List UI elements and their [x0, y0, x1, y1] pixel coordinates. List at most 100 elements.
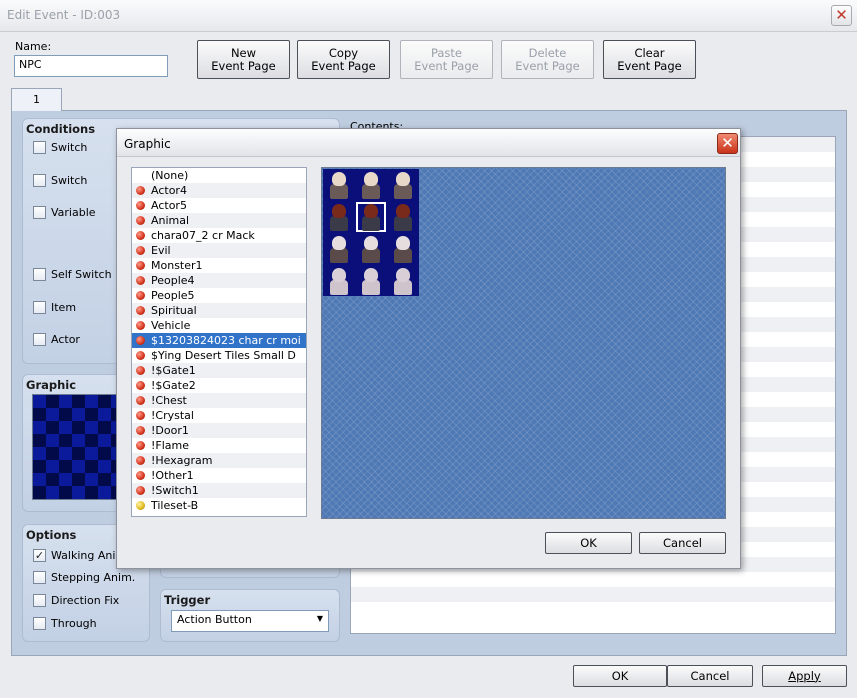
- character-sprite-frame[interactable]: [323, 233, 355, 265]
- sprite-body: [362, 184, 380, 199]
- character-sprite-frame[interactable]: [355, 201, 387, 233]
- character-sprite-frame[interactable]: [387, 169, 419, 201]
- option-direction-fix[interactable]: Direction Fix: [33, 592, 119, 608]
- graphic-file-item[interactable]: !$Gate2: [132, 378, 306, 393]
- condition-actor[interactable]: Actor: [33, 331, 80, 347]
- graphic-file-name: !Flame: [151, 439, 190, 452]
- sprite-body: [394, 248, 412, 263]
- graphic-file-name: (None): [151, 169, 189, 182]
- character-sprite-frame[interactable]: [355, 265, 387, 297]
- condition-item[interactable]: Item: [33, 299, 76, 315]
- checkbox[interactable]: [33, 267, 46, 281]
- delete-event-page-button[interactable]: Delete Event Page: [501, 40, 594, 79]
- graphic-file-name: !Door1: [151, 424, 189, 437]
- graphic-file-item[interactable]: !Chest: [132, 393, 306, 408]
- graphic-file-item[interactable]: !$Gate1: [132, 363, 306, 378]
- sprite-body: [362, 216, 380, 231]
- image-file-icon: [136, 171, 145, 180]
- graphic-file-name: Actor5: [151, 199, 187, 212]
- name-input[interactable]: NPC: [14, 55, 168, 77]
- option-stepping-anim[interactable]: Stepping Anim.: [33, 569, 135, 585]
- name-label: Name:: [15, 40, 52, 53]
- graphic-file-list[interactable]: (None) Actor4 Actor5 Animal chara07_2 cr Mac…: [131, 167, 307, 517]
- condition-switch-2[interactable]: Switch: [33, 172, 87, 188]
- graphic-file-item[interactable]: People5: [132, 288, 306, 303]
- graphic-file-item[interactable]: Animal: [132, 213, 306, 228]
- graphic-file-name: Monster1: [151, 259, 203, 272]
- graphic-file-item[interactable]: !Crystal: [132, 408, 306, 423]
- graphic-file-item[interactable]: !Flame: [132, 438, 306, 453]
- condition-switch-1[interactable]: Switch: [33, 139, 87, 155]
- graphic-file-item[interactable]: Monster1: [132, 258, 306, 273]
- clear-event-page-button[interactable]: Clear Event Page: [603, 40, 696, 79]
- condition-variable[interactable]: Variable: [33, 204, 96, 220]
- option-through[interactable]: Through: [33, 615, 97, 631]
- trigger-select[interactable]: Action Button ▼: [171, 610, 329, 632]
- option-label: Through: [51, 616, 97, 630]
- cancel-button[interactable]: Cancel: [667, 665, 753, 687]
- checkbox[interactable]: [33, 205, 46, 219]
- graphic-file-item[interactable]: Spiritual: [132, 303, 306, 318]
- sprite-body: [394, 280, 412, 295]
- sprite-body: [330, 280, 348, 295]
- character-sprite-frame[interactable]: [323, 169, 355, 201]
- checkbox[interactable]: [33, 593, 46, 607]
- apply-button[interactable]: Apply: [762, 665, 847, 687]
- graphic-file-item[interactable]: chara07_2 cr Mack: [132, 228, 306, 243]
- graphic-file-name: Vehicle: [151, 319, 191, 332]
- graphic-file-item[interactable]: $Ying Desert Tiles Small D: [132, 348, 306, 363]
- graphic-file-item[interactable]: $13203824023 char cr moi: [132, 333, 306, 348]
- condition-self-switch[interactable]: Self Switch: [33, 266, 112, 282]
- checkbox[interactable]: [33, 616, 46, 630]
- checkbox[interactable]: ✓: [33, 548, 46, 562]
- graphic-file-item[interactable]: Actor5: [132, 198, 306, 213]
- character-sprite-frame[interactable]: [387, 233, 419, 265]
- graphic-ok-button[interactable]: OK: [545, 532, 632, 554]
- checkbox[interactable]: [33, 173, 46, 187]
- paste-event-page-label-line2: Event Page: [414, 59, 479, 73]
- options-title: Options: [26, 528, 77, 542]
- graphic-file-item[interactable]: Vehicle: [132, 318, 306, 333]
- graphic-file-item[interactable]: Tileset-B: [132, 498, 306, 513]
- graphic-file-name: Evil: [151, 244, 171, 257]
- checkbox[interactable]: [33, 140, 46, 154]
- graphic-preview-pane[interactable]: [321, 167, 726, 519]
- graphic-cancel-button[interactable]: Cancel: [639, 532, 726, 554]
- graphic-file-item[interactable]: !Door1: [132, 423, 306, 438]
- graphic-file-item[interactable]: Evil: [132, 243, 306, 258]
- checkbox[interactable]: [33, 332, 46, 346]
- sprite-head: [332, 172, 346, 186]
- image-file-icon: [136, 261, 145, 270]
- character-sprite-frame[interactable]: [387, 201, 419, 233]
- condition-label: Switch: [51, 173, 88, 187]
- graphic-file-item[interactable]: People4: [132, 273, 306, 288]
- graphic-file-item[interactable]: Actor4: [132, 183, 306, 198]
- copy-event-page-button[interactable]: Copy Event Page: [297, 40, 390, 79]
- checkbox[interactable]: [33, 300, 46, 314]
- option-label: Stepping Anim.: [51, 570, 136, 584]
- new-event-page-button[interactable]: New Event Page: [197, 40, 290, 79]
- window-close-button[interactable]: ✕: [831, 5, 852, 26]
- character-sprite-frame[interactable]: [387, 265, 419, 297]
- graphic-file-item[interactable]: !Hexagram: [132, 453, 306, 468]
- image-file-icon: [136, 486, 145, 495]
- condition-label: Item: [51, 300, 77, 314]
- trigger-value: Action Button: [177, 613, 252, 626]
- character-sprite-frame[interactable]: [323, 201, 355, 233]
- character-sprite-frame[interactable]: [355, 233, 387, 265]
- graphic-file-item[interactable]: !Other1: [132, 468, 306, 483]
- character-sprite-frame[interactable]: [355, 169, 387, 201]
- graphic-file-item[interactable]: (None): [132, 168, 306, 183]
- image-file-icon: [136, 471, 145, 480]
- checkbox[interactable]: [33, 570, 46, 584]
- graphic-dialog-close-button[interactable]: ✕: [717, 133, 738, 154]
- character-sprite-sheet[interactable]: [323, 169, 419, 296]
- image-file-icon: [136, 396, 145, 405]
- tab-page-1[interactable]: 1: [11, 88, 62, 111]
- image-file-icon: [136, 231, 145, 240]
- paste-event-page-button[interactable]: Paste Event Page: [400, 40, 493, 79]
- character-sprite-frame[interactable]: [323, 265, 355, 297]
- ok-button[interactable]: OK: [573, 665, 667, 687]
- graphic-file-item[interactable]: !Switch1: [132, 483, 306, 498]
- sprite-body: [394, 216, 412, 231]
